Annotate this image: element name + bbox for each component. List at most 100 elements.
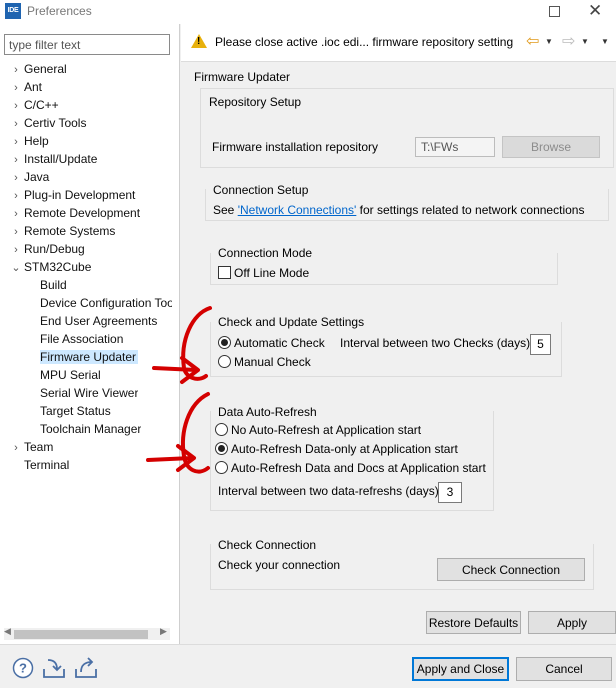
- back-dropdown-icon[interactable]: ▼: [545, 37, 553, 46]
- repository-path-field: T:\FWs: [415, 137, 495, 157]
- scroll-right-icon[interactable]: ▶: [160, 626, 167, 637]
- tree-item-plugin-development[interactable]: › Plug-in Development: [8, 186, 135, 204]
- back-arrow-icon[interactable]: ⇦: [526, 34, 539, 50]
- tree-item-remote-development[interactable]: › Remote Development: [8, 204, 140, 222]
- tree-item-label: Plug-in Development: [24, 188, 136, 202]
- refresh-interval-input[interactable]: 3: [438, 482, 462, 503]
- scrollbar-thumb[interactable]: [14, 630, 148, 639]
- tree-item-label: Build: [40, 278, 67, 292]
- svg-text:?: ?: [19, 661, 27, 676]
- tree-item-label: Certiv Tools: [24, 116, 87, 130]
- tree-item-install-update[interactable]: › Install/Update: [8, 150, 97, 168]
- tree-item-java[interactable]: › Java: [8, 168, 49, 186]
- apply-and-close-button[interactable]: Apply and Close: [412, 657, 509, 681]
- tree-item-label: Serial Wire Viewer: [40, 386, 139, 400]
- tree-item-run-debug[interactable]: › Run/Debug: [8, 240, 85, 258]
- network-connections-text: See 'Network Connections' for settings r…: [213, 203, 584, 217]
- message-bar: ! Please close active .ioc edi... firmwa…: [181, 24, 616, 62]
- network-connections-link[interactable]: 'Network Connections': [238, 203, 357, 217]
- tree-item-label: Target Status: [40, 404, 111, 418]
- manual-check-label: Manual Check: [234, 355, 311, 369]
- tree-item-label: Remote Development: [24, 206, 141, 220]
- tree-item-help[interactable]: › Help: [8, 132, 49, 150]
- refresh-interval-label: Interval between two data-refreshs (days…: [218, 484, 439, 498]
- tree-item-certiv-tools[interactable]: › Certiv Tools: [8, 114, 86, 132]
- check-connection-label: Check your connection: [218, 558, 341, 572]
- dialog-button-bar: ? Apply and Close Cancel: [0, 644, 616, 688]
- check-interval-input[interactable]: 5: [530, 334, 551, 355]
- chevron-right-icon[interactable]: ›: [8, 169, 24, 187]
- check-update-title: Check and Update Settings: [218, 315, 365, 329]
- tree-item-serial-wire-viewer[interactable]: Serial Wire Viewer: [40, 384, 138, 402]
- tree-item-label: Toolchain Manager: [40, 422, 142, 436]
- scroll-left-icon[interactable]: ◀: [4, 626, 11, 637]
- tree-item-terminal[interactable]: Terminal: [8, 456, 69, 474]
- maximize-icon[interactable]: [549, 6, 560, 17]
- chevron-right-icon[interactable]: ›: [8, 439, 24, 457]
- chevron-right-icon[interactable]: ›: [8, 115, 24, 133]
- chevron-right-icon[interactable]: ›: [8, 241, 24, 259]
- chevron-right-icon[interactable]: ›: [8, 151, 24, 169]
- tree-item-label: Help: [24, 134, 49, 148]
- message-text: Please close active .ioc edi... firmware…: [215, 35, 514, 49]
- export-icon[interactable]: [74, 657, 98, 679]
- tree-item-label: Firmware Updater: [40, 350, 139, 364]
- import-icon[interactable]: [42, 657, 66, 679]
- group-title: Repository Setup: [209, 95, 302, 109]
- check-connection-button[interactable]: Check Connection: [437, 558, 585, 581]
- chevron-right-icon[interactable]: ›: [8, 187, 24, 205]
- tree-item-build[interactable]: Build: [40, 276, 67, 294]
- forward-dropdown-icon[interactable]: ▼: [581, 37, 589, 46]
- tree-item-stm32cube[interactable]: ⌄ STM32Cube: [8, 258, 91, 276]
- auto-refresh-title: Data Auto-Refresh: [218, 405, 317, 419]
- tree-item-ant[interactable]: › Ant: [8, 78, 42, 96]
- tree-item-label: STM32Cube: [24, 260, 92, 274]
- restore-defaults-button[interactable]: Restore Defaults: [426, 611, 521, 634]
- chevron-right-icon[interactable]: ›: [8, 223, 24, 241]
- window-title: Preferences: [27, 4, 92, 18]
- chevron-right-icon[interactable]: ›: [8, 79, 24, 97]
- tree-item-toolchain-manager[interactable]: Toolchain Manager: [40, 420, 141, 438]
- repository-label: Firmware installation repository: [212, 140, 379, 154]
- tree-item-general[interactable]: › General: [8, 60, 67, 78]
- view-menu-icon[interactable]: ▼: [601, 37, 609, 46]
- page-title: Firmware Updater: [194, 70, 291, 84]
- auto-refresh-data-label: Auto-Refresh Data-only at Application st…: [231, 442, 458, 456]
- text-prefix: See: [213, 203, 238, 217]
- tree-item-target-status[interactable]: Target Status: [40, 402, 111, 420]
- tree-item-label: Java: [24, 170, 50, 184]
- chevron-right-icon[interactable]: ›: [8, 97, 24, 115]
- tree-item-remote-systems[interactable]: › Remote Systems: [8, 222, 115, 240]
- auto-refresh-docs-label: Auto-Refresh Data and Docs at Applicatio…: [231, 461, 486, 475]
- filter-input[interactable]: [4, 34, 170, 55]
- annotation-arrows: [146, 306, 212, 474]
- tree-item-firmware-updater[interactable]: Firmware Updater: [40, 348, 139, 366]
- chevron-right-icon[interactable]: ›: [8, 133, 24, 151]
- tree-item-label: Run/Debug: [24, 242, 85, 256]
- browse-button[interactable]: Browse: [502, 136, 600, 158]
- tree-item-label: Team: [24, 440, 54, 454]
- tree-item-team[interactable]: › Team: [8, 438, 53, 456]
- title-bar: IDE Preferences ✕: [0, 0, 616, 24]
- apply-button[interactable]: Apply: [528, 611, 616, 634]
- close-icon[interactable]: ✕: [588, 0, 602, 22]
- text-suffix: for settings related to network connecti…: [356, 203, 585, 217]
- tree-item-mpu-serial[interactable]: MPU Serial: [40, 366, 101, 384]
- tree-item-cpp[interactable]: › C/C++: [8, 96, 59, 114]
- help-icon[interactable]: ?: [12, 657, 34, 679]
- connection-setup-title: Connection Setup: [213, 183, 309, 197]
- chevron-right-icon[interactable]: ›: [8, 61, 24, 79]
- tree-item-label: Terminal: [24, 458, 70, 472]
- tree-item-file-association[interactable]: File Association: [40, 330, 123, 348]
- connection-mode-title: Connection Mode: [218, 246, 313, 260]
- forward-arrow-icon[interactable]: ⇨: [562, 34, 575, 50]
- chevron-down-icon[interactable]: ⌄: [8, 259, 24, 277]
- offline-mode-checkbox[interactable]: [218, 266, 231, 279]
- tree-item-label: MPU Serial: [40, 368, 101, 382]
- check-interval-label: Interval between two Checks (days): [340, 336, 531, 350]
- tree-item-label: File Association: [40, 332, 124, 346]
- chevron-right-icon[interactable]: ›: [8, 205, 24, 223]
- cancel-button[interactable]: Cancel: [516, 657, 612, 681]
- no-auto-refresh-label: No Auto-Refresh at Application start: [231, 423, 422, 437]
- warning-icon: !: [191, 34, 207, 48]
